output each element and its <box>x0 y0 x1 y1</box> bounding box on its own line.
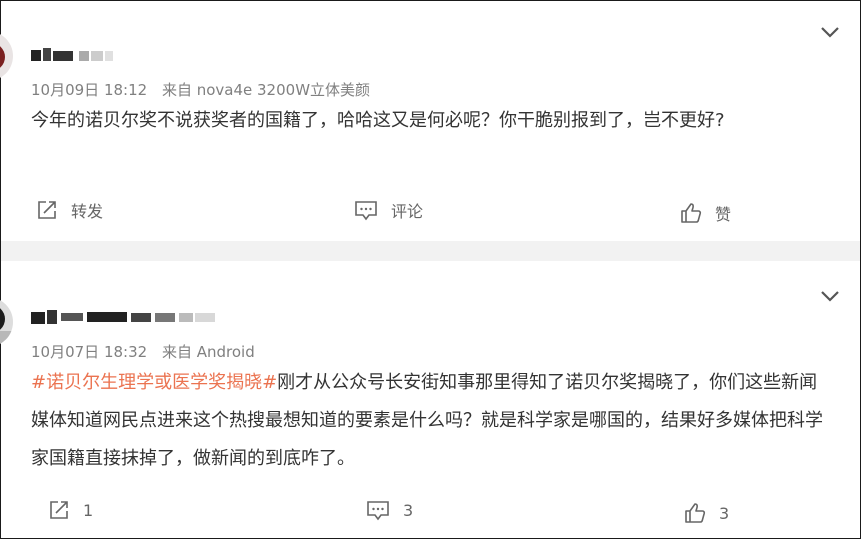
comment-label: 评论 <box>391 202 424 221</box>
source: 来自 Android <box>161 343 255 361</box>
source: 来自 nova4e 3200W立体美颜 <box>161 81 371 99</box>
card-divider <box>1 241 860 261</box>
like-button[interactable]: 赞 <box>679 201 731 225</box>
comment-button[interactable]: 3 <box>365 498 413 522</box>
repost-button[interactable]: 转发 <box>35 198 103 222</box>
comment-meta: 10月07日 18:32 来自 Android <box>31 341 255 362</box>
comment-text: 今年的诺贝尔奖不说获奖者的国籍了，哈哈这又是何必呢？你干脆别报到了，岂不更好? <box>31 110 725 131</box>
chevron-down-icon[interactable] <box>820 25 840 39</box>
repost-icon <box>50 501 68 519</box>
avatar[interactable] <box>0 31 13 81</box>
username-obscured[interactable] <box>31 308 221 326</box>
like-count: 3 <box>719 503 730 523</box>
repost-icon <box>38 201 56 219</box>
timestamp: 10月07日 18:32 <box>31 343 148 361</box>
like-icon <box>681 203 702 223</box>
like-label: 赞 <box>715 205 732 224</box>
comment-count: 3 <box>403 500 414 520</box>
comment-card: 10月09日 18:12 来自 nova4e 3200W立体美颜 今年的诺贝尔奖… <box>0 1 860 241</box>
repost-label: 转发 <box>71 202 104 221</box>
like-icon <box>685 503 706 523</box>
comment-icon <box>355 201 377 221</box>
repost-button[interactable]: 1 <box>47 498 93 522</box>
chevron-down-icon[interactable] <box>820 289 840 303</box>
username-obscured[interactable] <box>31 46 121 64</box>
comment-meta: 10月09日 18:12 来自 nova4e 3200W立体美颜 <box>31 79 370 100</box>
repost-count: 1 <box>83 500 94 520</box>
comment-button[interactable]: 评论 <box>353 198 423 222</box>
comment-card: 10月07日 18:32 来自 Android #诺贝尔生理学或医学奖揭晓#刚才… <box>0 261 860 538</box>
action-bar: 转发 评论 赞 <box>1 198 860 228</box>
like-button[interactable]: 3 <box>683 501 729 525</box>
timestamp: 10月09日 18:12 <box>31 81 148 99</box>
action-bar: 1 3 3 <box>1 498 860 528</box>
avatar[interactable] <box>0 297 13 347</box>
topic-link[interactable]: #诺贝尔生理学或医学奖揭晓# <box>31 372 277 393</box>
comment-icon <box>367 501 389 521</box>
comment-text: #诺贝尔生理学或医学奖揭晓#刚才从公众号长安街知事那里得知了诺贝尔奖揭晓了，你们… <box>31 364 831 478</box>
